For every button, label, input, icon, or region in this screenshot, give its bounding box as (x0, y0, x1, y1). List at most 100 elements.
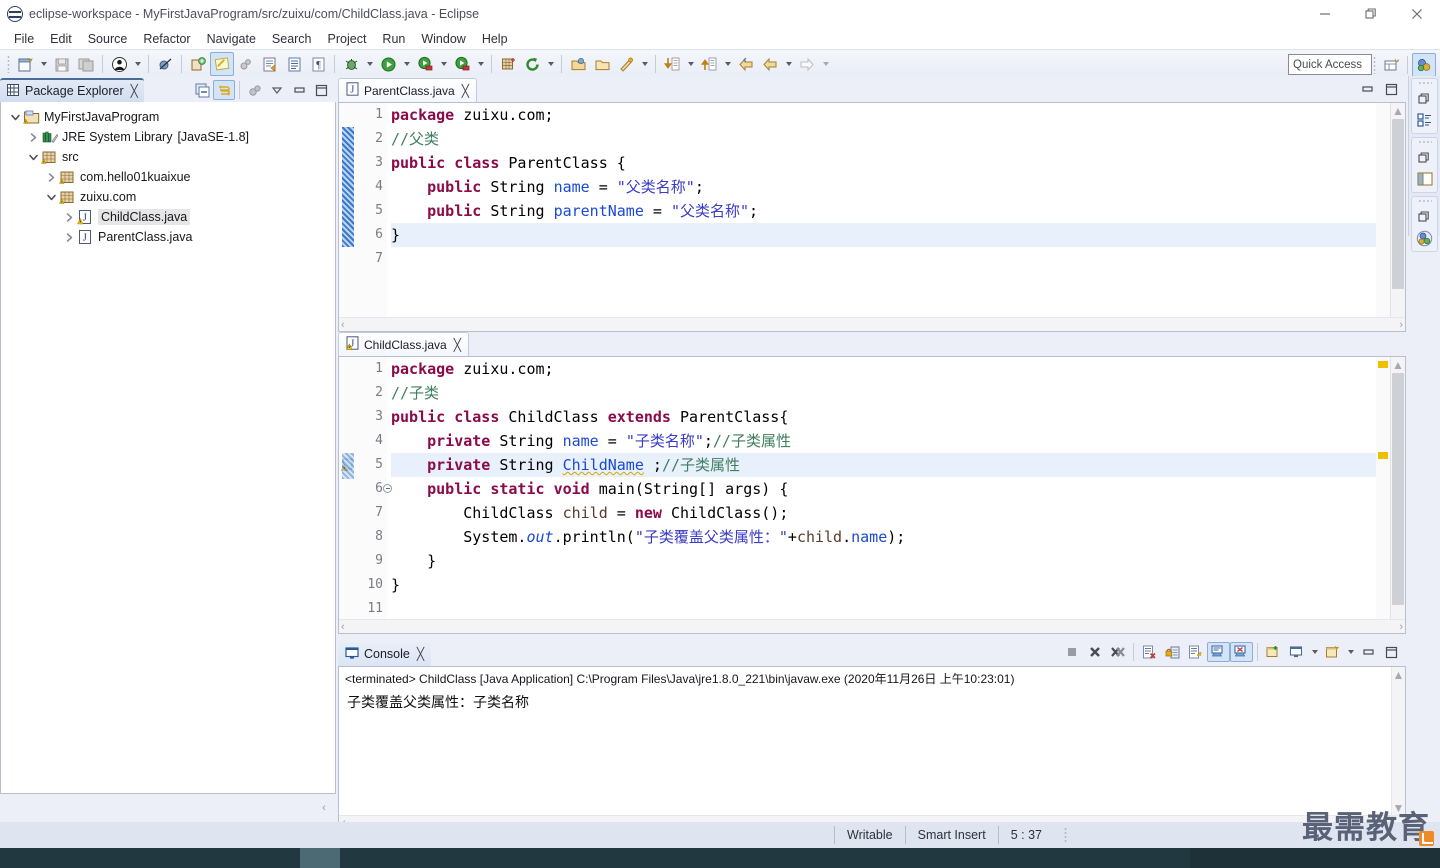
editor2-marker-gutter[interactable] (339, 357, 357, 633)
open-resource-icon[interactable] (566, 52, 590, 76)
editor1-vscrollbar[interactable]: ▲ ▼ (1390, 103, 1405, 331)
taskbar-active-window[interactable] (300, 848, 340, 868)
tree-item-childclass-java[interactable]: J ChildClass.java (1, 207, 335, 227)
outline-icon[interactable] (1412, 109, 1437, 131)
editor1-code[interactable]: package zuixu.com; //父类 public class Paren… (387, 103, 1376, 331)
editor1-marker-gutter[interactable] (339, 103, 357, 331)
search-icon[interactable] (614, 52, 638, 76)
overview-warning-mark[interactable] (1378, 452, 1388, 459)
chevron-down-icon[interactable] (25, 149, 41, 165)
tree-item-parentclass-java[interactable]: J ParentClass.java (1, 227, 335, 247)
editor2-overview-ruler[interactable] (1376, 357, 1390, 633)
editor1-hscrollbar[interactable]: ‹ › (339, 317, 1405, 331)
run-last-tool-icon[interactable] (413, 52, 437, 76)
chevron-right-icon[interactable] (61, 229, 77, 245)
minimize-icon[interactable] (1357, 642, 1380, 662)
open-console-dropdown-arrow[interactable] (1344, 640, 1357, 664)
chevron-right-icon[interactable] (25, 129, 41, 145)
run-last-tool-dropdown-arrow[interactable] (437, 52, 450, 76)
editor2-vscrollbar[interactable]: ▲ ▼ (1390, 357, 1405, 633)
new-java-class-icon[interactable] (210, 52, 234, 76)
restore-icon[interactable] (1412, 87, 1437, 109)
editor2-body[interactable]: 1 2 3 4 5 6 7 8 9 10 11 package zuixu.com; //子类 publ… (338, 356, 1406, 634)
code-line[interactable]: } (391, 549, 1376, 573)
code-line[interactable]: public class ChildClass extends ParentCl… (391, 405, 1376, 429)
code-line[interactable] (391, 247, 1376, 271)
status-grip[interactable] (1063, 827, 1067, 843)
menu-file[interactable]: File (6, 30, 42, 48)
scroll-left-icon[interactable]: ‹ (316, 801, 332, 815)
forward-back-icon[interactable] (758, 52, 782, 76)
code-line[interactable]: private String ChildName ;//子类属性 (391, 453, 1376, 477)
code-line[interactable]: public class ParentClass { (391, 151, 1376, 175)
perspective-grip[interactable] (1373, 56, 1376, 74)
scroll-thumb[interactable] (1392, 119, 1404, 289)
scroll-up-icon[interactable]: ▲ (1392, 667, 1405, 682)
code-line[interactable]: //子类 (391, 381, 1376, 405)
previous-annotation-icon[interactable] (697, 52, 721, 76)
collapse-all-icon[interactable] (191, 80, 213, 100)
search-dropdown-arrow[interactable] (638, 52, 651, 76)
menu-edit[interactable]: Edit (42, 30, 80, 48)
new-java-project-icon[interactable] (186, 52, 210, 76)
java-perspective-icon[interactable] (1412, 227, 1437, 249)
scroll-up-icon[interactable]: ▲ (1391, 357, 1405, 372)
menu-help[interactable]: Help (474, 30, 516, 48)
code-line[interactable]: public static void main(String[] args) { (391, 477, 1376, 501)
code-line[interactable]: package zuixu.com; (391, 103, 1376, 127)
word-wrap-icon[interactable] (1184, 642, 1207, 662)
menu-source[interactable]: Source (80, 30, 136, 48)
scroll-right-icon[interactable]: › (1399, 319, 1403, 331)
next-annotation-dropdown-arrow[interactable] (684, 52, 697, 76)
menu-window[interactable]: Window (413, 30, 473, 48)
open-folder-icon[interactable] (590, 52, 614, 76)
refresh-icon[interactable] (520, 52, 544, 76)
open-type-icon[interactable] (258, 52, 282, 76)
back-dropdown-arrow[interactable] (782, 52, 795, 76)
view-menu-icon[interactable] (266, 80, 288, 100)
person-icon[interactable] (107, 52, 131, 76)
overview-warning-mark[interactable] (1378, 361, 1388, 368)
package-explorer-tree[interactable]: MyFirstJavaProgram JRE System Library [Jav… (0, 102, 336, 794)
code-line[interactable]: ChildClass child = new ChildClass(); (391, 501, 1376, 525)
person-dropdown-arrow[interactable] (131, 52, 144, 76)
minimize-icon[interactable] (1356, 79, 1378, 99)
menu-refactor[interactable]: Refactor (135, 30, 198, 48)
code-line[interactable]: System.out.println("子类覆盖父类属性："+child.nam… (391, 525, 1376, 549)
chevron-down-icon[interactable] (7, 109, 23, 125)
code-line[interactable]: public String parentName = "父类名称"; (391, 199, 1376, 223)
external-tools-dropdown-arrow[interactable] (474, 52, 487, 76)
code-line[interactable] (391, 597, 1376, 621)
menu-project[interactable]: Project (320, 30, 375, 48)
scroll-left-icon[interactable]: ‹ (341, 621, 345, 633)
back-icon[interactable] (734, 52, 758, 76)
tree-item-src[interactable]: src (1, 147, 335, 167)
open-task-icon[interactable] (282, 52, 306, 76)
console-body[interactable]: <terminated> ChildClass [Java Applicatio… (338, 666, 1406, 830)
rail-grip[interactable] (1412, 197, 1437, 205)
menu-run[interactable]: Run (374, 30, 413, 48)
scroll-lock-icon[interactable] (1161, 642, 1184, 662)
tree-item-myfirstjavaprogram[interactable]: MyFirstJavaProgram (1, 107, 335, 127)
scroll-right-icon[interactable]: › (1399, 621, 1403, 633)
show-console-on-error-icon[interactable] (1230, 642, 1253, 662)
remove-launch-icon[interactable] (1083, 642, 1106, 662)
refresh-dropdown-arrow[interactable] (544, 52, 557, 76)
show-console-on-output-icon[interactable] (1207, 642, 1230, 662)
remove-all-terminated-icon[interactable] (1106, 642, 1129, 662)
display-selected-console-icon[interactable] (1285, 642, 1308, 662)
editor1-body[interactable]: 1 2 3 4 5 6 7 package zuixu.com; //父类 public cla… (338, 102, 1406, 332)
next-annotation-icon[interactable] (660, 52, 684, 76)
chevron-right-icon[interactable] (43, 169, 59, 185)
editor1-overview-ruler[interactable] (1376, 103, 1390, 331)
tab-package-explorer[interactable]: Package Explorer ╳ (0, 78, 144, 102)
package-explorer-hscrollbar[interactable]: ‹ (0, 800, 336, 816)
debug-dropdown-arrow[interactable] (363, 52, 376, 76)
menu-search[interactable]: Search (264, 30, 320, 48)
open-console-icon[interactable] (1321, 642, 1344, 662)
menu-navigate[interactable]: Navigate (199, 30, 264, 48)
task-list-icon[interactable] (1412, 168, 1437, 190)
chevron-down-icon[interactable] (43, 189, 59, 205)
code-line[interactable]: private String name = "子类名称";//子类属性 (391, 429, 1376, 453)
new-wizard-dropdown-arrow[interactable] (37, 52, 50, 76)
